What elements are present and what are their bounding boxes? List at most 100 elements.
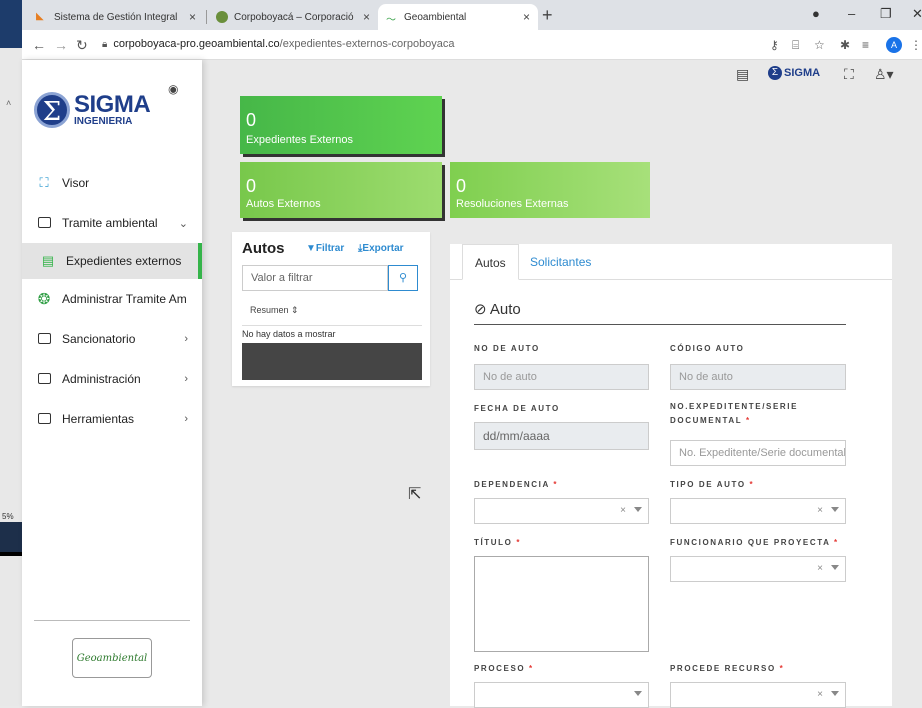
sort-icon: ⇕ xyxy=(291,305,299,315)
stat-label: Resoluciones Externas xyxy=(456,198,569,210)
record-icon[interactable]: ● xyxy=(812,6,820,21)
menu-icon[interactable]: ⋮ xyxy=(910,38,922,52)
export-button[interactable]: ⤓Exportar xyxy=(358,243,404,254)
tab-autos[interactable]: Autos xyxy=(462,244,519,280)
browser-tab-geoambiental[interactable]: ～ Geoambiental × xyxy=(378,4,538,30)
required-mark: * xyxy=(834,538,839,547)
reading-list-icon[interactable]: ≡ xyxy=(862,38,869,52)
label-codigo-auto: CÓDIGO AUTO xyxy=(670,344,745,353)
desktop-strip: ˄ 5% xyxy=(0,0,22,706)
key-icon[interactable]: ⚷ xyxy=(770,38,779,52)
tipo-auto-select[interactable]: × xyxy=(670,498,846,524)
sigma-header-label: SIGMA xyxy=(784,66,821,79)
sidebar-item-administracion[interactable]: Administración › xyxy=(22,359,202,399)
search-button[interactable]: ⚲ xyxy=(388,265,418,291)
chevron-down-icon: ⌄ xyxy=(178,217,188,230)
clear-icon[interactable]: × xyxy=(817,563,823,574)
sidebar-item-label: Tramite ambiental xyxy=(62,216,158,230)
titulo-textarea[interactable] xyxy=(474,556,649,652)
tab-solicitantes[interactable]: Solicitantes xyxy=(518,244,603,280)
clear-icon[interactable]: × xyxy=(817,689,823,700)
proceso-select[interactable] xyxy=(474,682,649,708)
user-menu-icon[interactable]: ♙▾ xyxy=(874,66,894,83)
chevron-down-icon xyxy=(831,565,839,570)
section-title-text: Auto xyxy=(489,301,521,318)
codigo-auto-input[interactable]: No de auto xyxy=(670,364,846,390)
sidebar-item-expedientes-externos[interactable]: ▤ Expedientes externos xyxy=(22,243,202,279)
desktop-label: 5% xyxy=(2,512,14,521)
label-proceso-text: PROCESO xyxy=(474,664,526,673)
reload-icon[interactable]: ↻ xyxy=(76,37,88,54)
close-icon[interactable]: × xyxy=(189,10,196,24)
stat-card-expedientes[interactable]: 0 Expedientes Externos xyxy=(240,96,442,154)
expediente-input[interactable]: No. Expeditente/Serie documental xyxy=(670,440,846,466)
taskbar-block xyxy=(0,0,22,48)
globe-hand-icon: ❂ xyxy=(37,291,51,308)
chevron-right-icon: › xyxy=(184,373,188,385)
autos-title: Autos xyxy=(242,240,285,257)
fecha-auto-input[interactable]: dd/mm/aaaa xyxy=(474,422,649,450)
label-recurso-text: PROCEDE RECURSO xyxy=(670,664,776,673)
stat-card-autos[interactable]: 0 Autos Externos xyxy=(240,162,442,218)
required-mark: * xyxy=(779,664,785,673)
funcionario-select[interactable]: × xyxy=(670,556,846,582)
lock-icon: 🔒︎ xyxy=(102,39,108,50)
column-header-label: Resumen xyxy=(250,305,289,315)
new-tab-button[interactable]: + xyxy=(542,5,553,26)
map-user-icon: ⛶ xyxy=(39,175,49,190)
dependencia-select[interactable]: × xyxy=(474,498,649,524)
sidebar-item-tramite-ambiental[interactable]: Tramite ambiental ⌄ xyxy=(22,203,202,243)
sidebar-toggle-icon[interactable]: ◉ xyxy=(168,82,178,96)
label-proceso: PROCESO * xyxy=(474,662,534,676)
star-icon[interactable]: ☆ xyxy=(814,38,825,52)
close-icon[interactable]: × xyxy=(363,10,370,24)
search-icon: ⚲ xyxy=(398,272,408,284)
label-titulo: TÍTULO * xyxy=(474,536,521,550)
stat-value: 0 xyxy=(246,176,257,196)
translate-icon[interactable]: ⌸ xyxy=(792,38,799,53)
restore-icon[interactable]: ❐ xyxy=(880,6,892,22)
chevron-down-icon xyxy=(831,691,839,696)
fullscreen-icon[interactable]: ⛶ xyxy=(844,66,854,83)
sidebar-item-sancionatorio[interactable]: Sancionatorio › xyxy=(22,319,202,359)
clear-icon[interactable]: × xyxy=(620,505,626,516)
sidebar-item-label: Administración xyxy=(62,372,141,386)
tab-label: Sistema de Gestión Integral xyxy=(54,11,178,23)
document-icon: ▤ xyxy=(41,253,55,268)
minimize-icon[interactable]: – xyxy=(848,6,855,21)
forward-icon[interactable]: → xyxy=(54,37,68,53)
column-header-resumen[interactable]: Resumen ⇕ xyxy=(250,305,299,316)
stat-label: Expedientes Externos xyxy=(246,134,354,146)
filter-button[interactable]: ▼Filtrar xyxy=(306,243,344,254)
profile-avatar[interactable]: A xyxy=(886,37,902,53)
label-funcionario-text: FUNCIONARIO QUE PROYECTA xyxy=(670,538,831,547)
section-divider xyxy=(474,324,846,325)
favicon-icon: ～ xyxy=(386,15,396,26)
favicon-icon xyxy=(216,11,228,23)
required-mark: * xyxy=(553,480,559,489)
sidebar-item-visor[interactable]: ⛶ Visor xyxy=(22,163,202,203)
clear-icon[interactable]: × xyxy=(817,505,823,516)
close-icon[interactable]: × xyxy=(523,10,530,24)
sidebar: ◉ Σ SIGMA INGENIERIA ⛶ Visor Tramite amb… xyxy=(22,60,202,706)
back-icon[interactable]: ← xyxy=(32,37,46,53)
label-tipo-text: TIPO DE AUTO xyxy=(670,480,746,489)
url-field[interactable]: 🔒︎ corpoboyaca-pro.geoambiental.co/expedi… xyxy=(102,38,455,50)
stat-card-resoluciones[interactable]: 0 Resoluciones Externas xyxy=(450,162,650,218)
favicon-icon: ◣ xyxy=(36,11,44,22)
browser-tab-sgi[interactable]: ◣ Sistema de Gestión Integral × xyxy=(28,4,204,30)
empty-message: No hay datos a mostrar xyxy=(242,329,336,339)
window-close-icon[interactable]: ✕ xyxy=(912,6,922,22)
sidebar-item-herramientas[interactable]: Herramientas › xyxy=(22,399,202,439)
browser-tab-corpoboyaca[interactable]: Corpoboyacá – Corporación Autó × xyxy=(208,4,378,30)
sidebar-item-administrar-tramite[interactable]: ❂ Administrar Tramite Am xyxy=(22,279,202,319)
required-mark: * xyxy=(749,480,755,489)
extensions-icon[interactable]: ✱ xyxy=(840,38,850,52)
chevron-right-icon: › xyxy=(184,333,188,345)
clipboard-icon[interactable]: ▤ xyxy=(736,66,749,83)
no-auto-input[interactable]: No de auto xyxy=(474,364,649,390)
required-mark: * xyxy=(529,664,534,673)
procede-recurso-select[interactable]: × xyxy=(670,682,846,708)
filter-input[interactable]: Valor a filtrar xyxy=(242,265,388,291)
sigma-logo-icon: Σ xyxy=(768,66,782,80)
